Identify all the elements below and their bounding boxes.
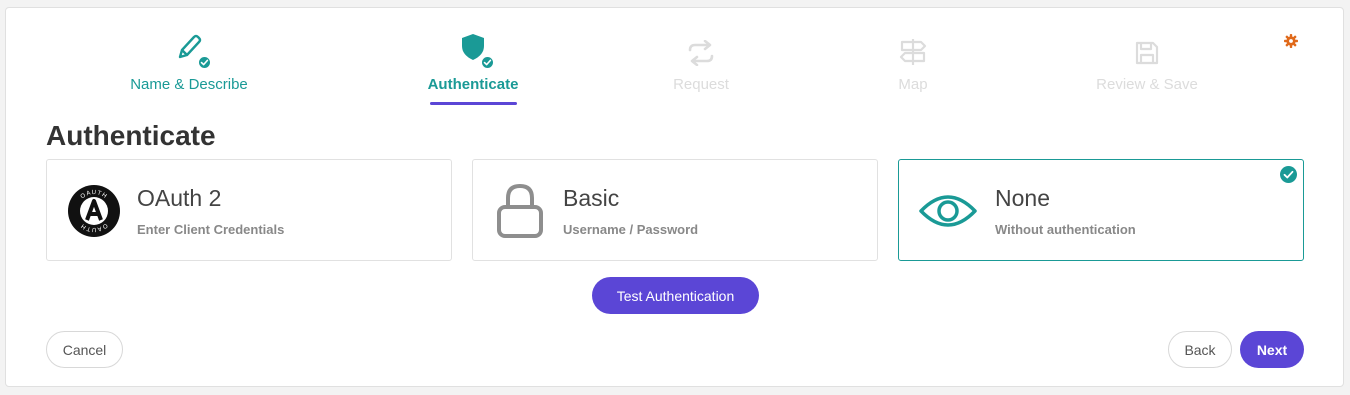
card-subtitle: Username / Password <box>563 222 699 237</box>
card-subtitle: Enter Client Credentials <box>137 222 285 237</box>
step-review-save[interactable]: Review & Save <box>1037 32 1257 93</box>
card-subtitle: Without authentication <box>995 222 1136 237</box>
next-button[interactable]: Next <box>1240 331 1304 368</box>
auth-option-basic[interactable]: Basic Username / Password <box>472 159 878 261</box>
gear-icon[interactable] <box>1284 34 1298 53</box>
step-label: Authenticate <box>427 76 519 93</box>
step-authenticate[interactable]: Authenticate <box>363 32 583 105</box>
card-title: OAuth 2 <box>137 185 222 211</box>
oauth-logo-icon: OAUTH OAUTH <box>65 182 123 240</box>
signpost-icon <box>899 39 927 65</box>
save-icon <box>1135 41 1159 65</box>
cancel-button[interactable]: Cancel <box>46 331 123 368</box>
lock-icon <box>491 182 549 240</box>
active-step-indicator <box>430 102 517 105</box>
step-label: Name & Describe <box>130 76 248 93</box>
page-title: Authenticate <box>46 120 216 151</box>
back-button[interactable]: Back <box>1168 331 1232 368</box>
check-badge-icon <box>197 55 212 70</box>
auth-option-none[interactable]: None Without authentication <box>898 159 1304 261</box>
wizard-panel: Name & Describe Authenticate Request Map… <box>5 7 1344 387</box>
step-name-describe[interactable]: Name & Describe <box>79 32 299 93</box>
selected-check-icon <box>1280 166 1297 188</box>
step-request[interactable]: Request <box>591 32 811 93</box>
pencil-icon <box>176 33 212 70</box>
auth-option-oauth2[interactable]: OAUTH OAUTH OAuth 2 Enter Client Credent… <box>46 159 452 261</box>
check-badge-icon <box>480 55 495 70</box>
step-label: Review & Save <box>1096 76 1198 93</box>
step-label: Request <box>673 76 729 93</box>
swap-arrows-icon <box>688 40 714 66</box>
card-title: None <box>995 185 1050 211</box>
card-title: Basic <box>563 185 620 211</box>
test-authentication-button[interactable]: Test Authentication <box>592 277 759 314</box>
shield-icon <box>461 33 495 70</box>
step-label: Map <box>898 76 928 93</box>
eye-icon <box>919 182 977 240</box>
step-map[interactable]: Map <box>803 32 1023 93</box>
